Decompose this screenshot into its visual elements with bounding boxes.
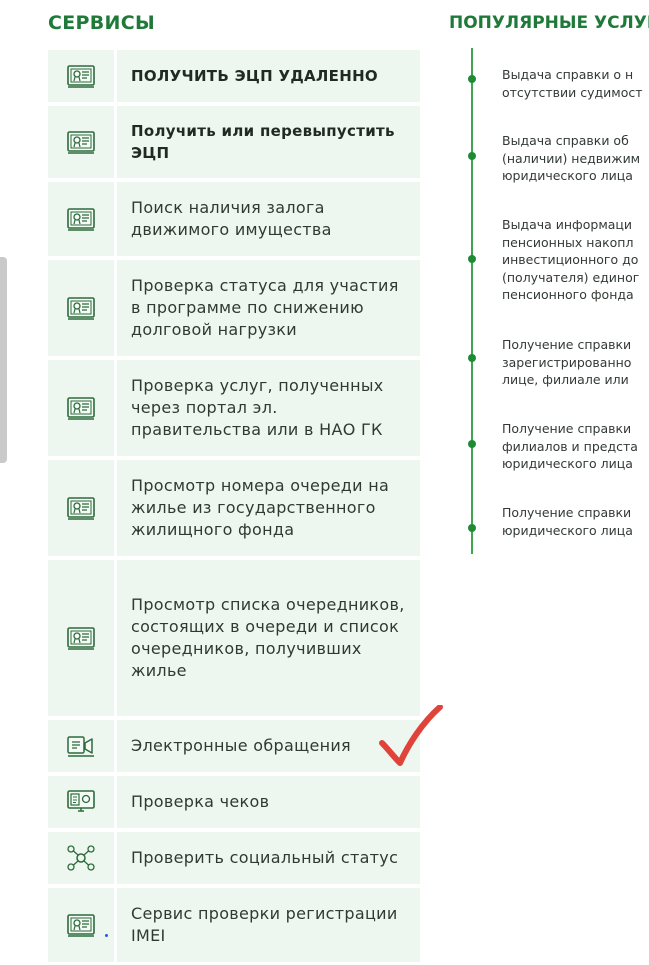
certificate-icon <box>48 260 114 356</box>
megaphone-icon <box>48 720 114 772</box>
service-label: Проверить социальный статус <box>117 832 420 884</box>
popular-service-item[interactable]: Получение справки зарегистрированно лице… <box>502 336 649 389</box>
service-label: Поиск наличия залога движимого имущества <box>117 182 420 256</box>
services-heading: СЕРВИСЫ <box>48 12 155 34</box>
service-label: Просмотр списка очередников, состоящих в… <box>117 560 420 716</box>
service-label: ПОЛУЧИТЬ ЭЦП УДАЛЕННО <box>117 50 420 102</box>
popular-services-heading: ПОПУЛЯРНЫЕ УСЛУГ <box>449 13 649 33</box>
certificate-icon <box>48 460 114 556</box>
certificate-icon <box>48 50 114 102</box>
timeline-dot <box>468 440 476 448</box>
timeline-dot <box>468 152 476 160</box>
timeline-dot <box>468 354 476 362</box>
service-item-pledge-search[interactable]: Поиск наличия залога движимого имущества <box>48 182 420 256</box>
service-item-social-status[interactable]: Проверить социальный статус <box>48 832 420 884</box>
timeline-dot <box>468 524 476 532</box>
timeline-dot <box>468 75 476 83</box>
social-network-icon <box>48 832 114 884</box>
service-item-housing-queue[interactable]: Просмотр номера очереди на жилье из госу… <box>48 460 420 556</box>
service-label: Проверка чеков <box>117 776 420 828</box>
certificate-icon <box>48 360 114 456</box>
service-label: Получить или перевыпустить ЭЦП <box>117 106 420 178</box>
stray-dot <box>105 934 108 937</box>
timeline-dot <box>468 255 476 263</box>
service-label: Проверка статуса для участия в программе… <box>117 260 420 356</box>
service-label: Просмотр номера очереди на жилье из госу… <box>117 460 420 556</box>
service-item-remote-eds[interactable]: ПОЛУЧИТЬ ЭЦП УДАЛЕННО <box>48 50 420 102</box>
service-label: Проверка услуг, полученных через портал … <box>117 360 420 456</box>
service-item-get-eds[interactable]: Получить или перевыпустить ЭЦП <box>48 106 420 178</box>
service-item-e-appeals[interactable]: Электронные обращения <box>48 720 420 772</box>
receipt-monitor-icon <box>48 776 114 828</box>
popular-service-item[interactable]: Получение справки филиалов и предста юри… <box>502 420 649 473</box>
checkmark-annotation <box>379 705 443 766</box>
certificate-icon <box>48 560 114 716</box>
service-item-debt-program[interactable]: Проверка статуса для участия в программе… <box>48 260 420 356</box>
certificate-icon <box>48 888 114 962</box>
popular-service-item[interactable]: Выдача справки о н отсутствии судимост <box>502 66 649 101</box>
timeline-line <box>471 48 473 554</box>
certificate-icon <box>48 106 114 178</box>
certificate-icon <box>48 182 114 256</box>
service-label: Сервис проверки регистрации IMEI <box>117 888 420 962</box>
popular-service-item[interactable]: Выдача справки об (наличии) недвижим юри… <box>502 132 649 185</box>
service-item-check-services[interactable]: Проверка услуг, полученных через портал … <box>48 360 420 456</box>
popular-service-item[interactable]: Выдача информаци пенсионных накопл инвес… <box>502 216 649 304</box>
popular-service-item[interactable]: Получение справки юридического лица <box>502 504 649 539</box>
service-item-queue-list[interactable]: Просмотр списка очередников, состоящих в… <box>48 560 420 716</box>
service-item-check-receipts[interactable]: Проверка чеков <box>48 776 420 828</box>
service-item-imei-check[interactable]: Сервис проверки регистрации IMEI <box>48 888 420 962</box>
scrollbar-thumb[interactable] <box>0 257 7 463</box>
service-label: Электронные обращения <box>117 720 420 772</box>
